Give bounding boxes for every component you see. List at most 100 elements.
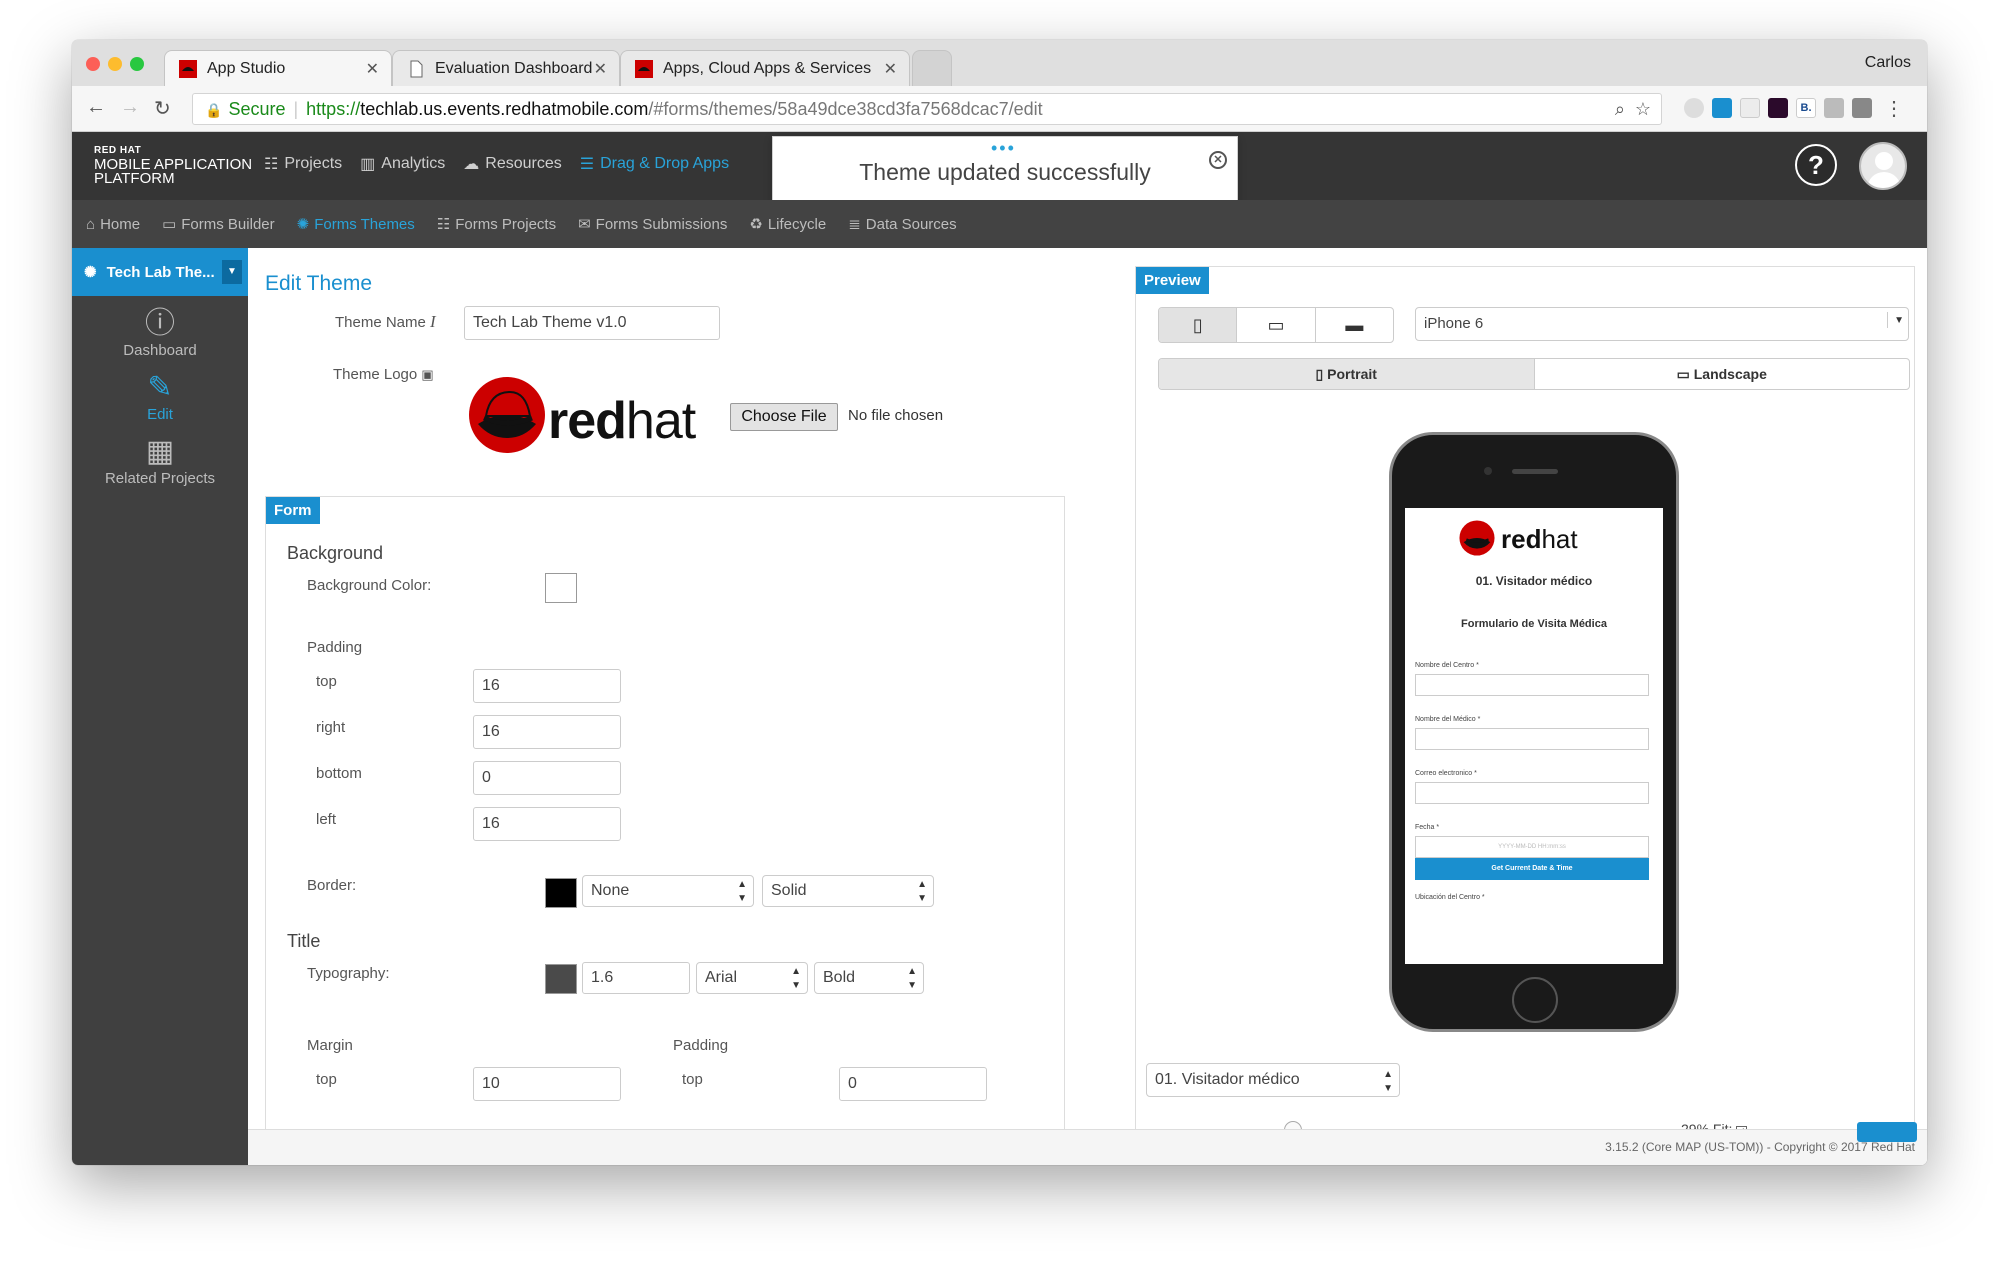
screen-page-title: Formulario de Visita Médica [1461,618,1607,630]
subnav-home[interactable]: ⌂ Home [86,216,140,233]
recycle-icon: ♻ [749,216,763,233]
close-icon[interactable]: ✕ [594,59,607,79]
padding-left-input[interactable]: 16 [473,807,621,841]
screen-field-label: Nombre del Centro * [1415,662,1479,669]
zoom-icon[interactable]: ⌕ [1615,94,1625,124]
sidebar-item-dashboard[interactable]: ⓘ Dashboard [72,306,248,359]
border-style-select[interactable]: Solid ▲ ▼ [762,875,934,907]
tab-evaluation-dashboard[interactable]: Evaluation Dashboard ✕ [392,50,620,86]
subnav-forms-themes[interactable]: ✺ Forms Themes [297,215,415,234]
sub-nav: ⌂ Home ▭ Forms Builder ✺ Forms Themes ☷ Form… [72,200,1927,248]
padding-top-input[interactable]: 16 [473,669,621,703]
screen-field-input[interactable] [1415,674,1649,696]
screen-date-input[interactable]: YYYY-MM-DD HH:mm:ss [1415,836,1649,858]
extension-reader-icon[interactable] [1740,98,1760,118]
close-icon[interactable]: ✕ [366,59,379,79]
bar-chart-icon: ▥ [360,156,376,173]
star-icon[interactable]: ☆ [1635,94,1651,124]
typography-font-select[interactable]: Arial ▲ ▼ [696,962,808,994]
subnav-forms-submissions[interactable]: ✉ Forms Submissions [578,215,727,234]
save-button[interactable] [1857,1122,1917,1142]
screen-field-label: Ubicación del Centro * [1415,894,1485,901]
theme-logo-label: Theme Logo ▣ [333,366,434,383]
minimize-window-button[interactable] [108,57,122,71]
brand-logo[interactable]: RED HAT MOBILE APPLICATION PLATFORM [94,144,252,186]
form-panel-tag: Form [266,497,320,524]
choose-file-button[interactable]: Choose File [730,403,838,431]
subnav-lifecycle[interactable]: ♻ Lifecycle [749,215,826,234]
padding-bottom-label: bottom [316,765,362,782]
form-select[interactable]: 01. Visitador médico ▲ ▼ [1146,1063,1400,1097]
form-icon: ▭ [162,216,177,233]
redhat-logo-icon [1459,520,1495,556]
extension-square-icon[interactable] [1824,98,1844,118]
menu-icon[interactable]: ⋮ [1884,96,1904,121]
screen-field-label: Nombre del Médico * [1415,716,1481,723]
extension-trello-icon[interactable] [1712,98,1732,118]
grid-icon: ☷ [264,156,279,173]
typography-size-input[interactable]: 1.6 [582,962,690,994]
portrait-button[interactable]: ▯ Portrait [1159,359,1535,389]
screen-field-input[interactable] [1415,728,1649,750]
url-input[interactable]: 🔒 Secure | https://techlab.us.events.redhat… [192,93,1662,125]
extension-cloud-icon[interactable] [1684,98,1704,118]
theme-name-input[interactable]: Tech Lab Theme v1.0 [464,306,720,340]
image-icon: ▣ [421,367,434,382]
typography-color-swatch[interactable] [545,964,577,994]
landscape-button[interactable]: ▭ Landscape [1535,359,1910,389]
nav-label: Analytics [381,155,446,172]
desktop-device-button[interactable]: ▬ [1316,308,1393,342]
nav-analytics[interactable]: ▥ Analytics [360,154,445,174]
nav-projects[interactable]: ☷ Projects [264,154,342,174]
url-domain: techlab.us.events.redhatmobile.com [360,99,649,119]
nav-label: Resources [485,155,562,172]
border-color-swatch[interactable] [545,878,577,908]
sidebar-item-related-projects[interactable]: ▦ Related Projects [72,434,248,487]
secure-label: Secure [228,99,286,119]
padding-right-input[interactable]: 16 [473,715,621,749]
subnav-forms-builder[interactable]: ▭ Forms Builder [162,215,275,234]
nav-drag-drop-apps[interactable]: ☰ Drag & Drop Apps [580,154,729,174]
project-selector[interactable]: ✺ Tech Lab The... ▼ [72,248,248,296]
profile-name[interactable]: Carlos [1865,54,1911,72]
tab-apps-cloud[interactable]: Apps, Cloud Apps & Services ✕ [620,50,910,86]
maximize-window-button[interactable] [130,57,144,71]
screen-field-input[interactable] [1415,782,1649,804]
reload-icon[interactable]: ↻ [154,96,171,121]
logo-wordmark: redhat [548,392,696,450]
extension-mail-icon[interactable] [1852,98,1872,118]
tablet-device-button[interactable]: ▭ [1237,308,1316,342]
padding2-top-input[interactable]: 0 [839,1067,987,1101]
padding-bottom-input[interactable]: 0 [473,761,621,795]
screen-form-title: 01. Visitador médico [1475,574,1593,588]
close-icon[interactable]: ✕ [1209,151,1227,169]
subnav-forms-projects[interactable]: ☷ Forms Projects [437,215,557,234]
subnav-label: Forms Projects [455,215,557,233]
close-window-button[interactable] [86,57,100,71]
phone-device-button[interactable]: ▯ [1159,308,1238,342]
extension-dark-icon[interactable] [1768,98,1788,118]
nav-resources[interactable]: ☁ Resources [463,154,561,174]
typography-weight-select[interactable]: Bold ▲ ▼ [814,962,924,994]
subnav-data-sources[interactable]: ≣ Data Sources [848,215,956,234]
close-icon[interactable]: ✕ [884,59,897,79]
avatar[interactable] [1859,142,1907,190]
back-icon[interactable]: ← [86,96,106,119]
sidebar-item-edit[interactable]: ✎ Edit [72,370,248,423]
margin-top-input[interactable]: 10 [473,1067,621,1101]
forward-icon[interactable]: → [120,96,140,119]
extension-b-icon[interactable]: B. [1796,98,1816,118]
tab-strip: App Studio ✕ Evaluation Dashboard ✕ Apps… [72,40,1927,86]
device-select[interactable]: iPhone 6 ▼ [1415,307,1909,341]
chevron-down-icon[interactable]: ▼ [222,260,242,284]
screen-date-button[interactable]: Get Current Date & Time [1415,858,1649,880]
tab-app-studio[interactable]: App Studio ✕ [164,50,392,86]
background-color-swatch[interactable] [545,573,577,603]
new-tab-button[interactable] [912,50,952,86]
padding-top-label: top [316,673,337,690]
help-button[interactable]: ? [1795,144,1837,186]
padding-left-label: left [316,811,337,828]
border-width-select[interactable]: None ▲ ▼ [582,875,754,907]
preview-tag: Preview [1136,267,1209,294]
desktop-icon: ▬ [1345,315,1364,335]
